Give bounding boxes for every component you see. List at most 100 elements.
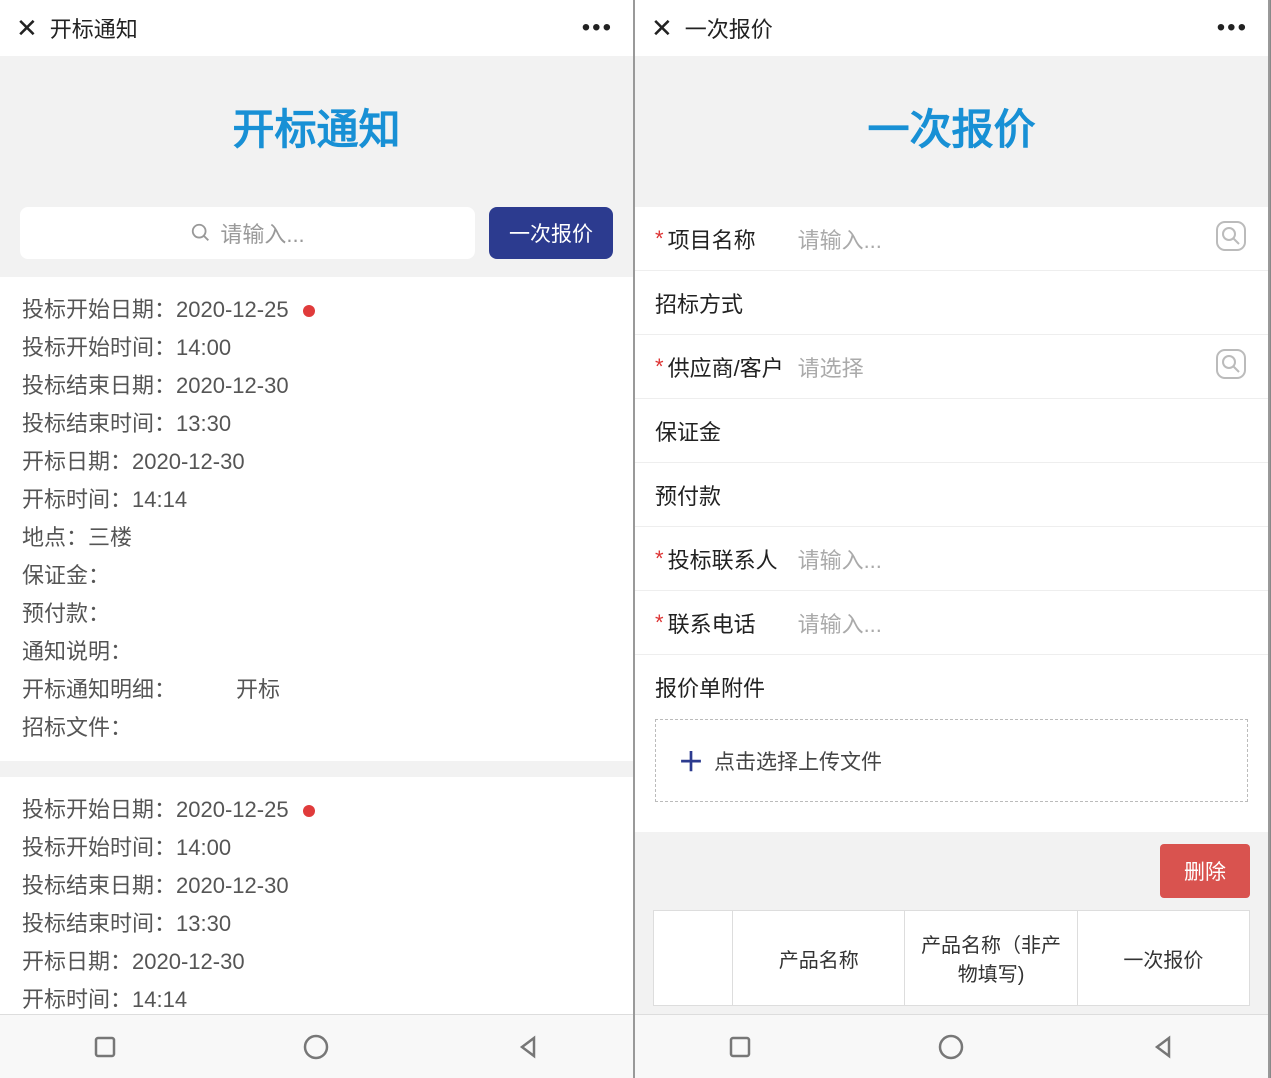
form-field[interactable]: *联系电话请输入...: [635, 591, 1268, 655]
row-label: 投标结束时间：: [22, 911, 176, 936]
row-label: 投标开始时间：: [22, 835, 176, 860]
field-label: 招标方式: [655, 287, 785, 319]
row-label: 开标时间：: [22, 987, 132, 1012]
form-field[interactable]: *投标联系人请输入...: [635, 527, 1268, 591]
row-value: 13:30: [176, 911, 231, 936]
row-label: 地点：: [22, 525, 88, 550]
row-value: 2020-12-25: [176, 797, 289, 822]
row-value: 2020-12-30: [132, 449, 245, 474]
more-icon[interactable]: •••: [582, 14, 613, 42]
upload-text: 点击选择上传文件: [714, 746, 882, 776]
unread-dot-icon: [303, 805, 315, 817]
row-label: 投标开始日期：: [22, 297, 176, 322]
row-label: 投标开始日期：: [22, 797, 176, 822]
required-icon: *: [655, 610, 664, 636]
search-row: 请输入... 一次报价: [0, 207, 633, 277]
row-label: 开标时间：: [22, 487, 132, 512]
row-value: 2020-12-30: [176, 373, 289, 398]
delete-button[interactable]: 删除: [1160, 844, 1250, 898]
field-placeholder: 请输入...: [798, 543, 882, 575]
notice-row: 地点：三楼: [22, 519, 611, 557]
notice-row: 投标结束日期：2020-12-30: [22, 867, 611, 905]
field-placeholder: 请输入...: [798, 607, 882, 639]
notice-list[interactable]: 投标开始日期：2020-12-25投标开始时间：14:00投标结束日期：2020…: [0, 277, 633, 1014]
left-screen: ✕ 开标通知 ••• 开标通知 请输入... 一次报价 投标开始日期：2020-…: [0, 0, 635, 1078]
unread-dot-icon: [303, 305, 315, 317]
navbar-right: ✕ 一次报价 •••: [635, 0, 1268, 56]
lookup-icon[interactable]: [1214, 347, 1248, 387]
notice-row: 预付款：: [22, 595, 611, 633]
row-label: 招标文件：: [22, 715, 132, 740]
row-label: 开标日期：: [22, 949, 132, 974]
page-title-right: 一次报价: [635, 56, 1268, 207]
search-icon: [190, 222, 212, 244]
row-value: 14:14: [132, 487, 187, 512]
nav-title: 开标通知: [50, 12, 138, 44]
table-header-cell: 产品名称: [733, 911, 905, 1005]
row-value: 2020-12-30: [176, 873, 289, 898]
notice-row: 投标结束时间：13:30: [22, 405, 611, 443]
notice-row: 保证金：: [22, 557, 611, 595]
delete-row: 删除: [635, 832, 1268, 910]
notice-row: 开标日期：2020-12-30: [22, 443, 611, 481]
field-label: 投标联系人: [668, 543, 798, 575]
attachment-section: 报价单附件 ＋ 点击选择上传文件: [635, 655, 1268, 832]
form-field[interactable]: *供应商/客户请选择: [635, 335, 1268, 399]
recent-apps-icon[interactable]: [727, 1034, 753, 1060]
row-value: 2020-12-30: [132, 949, 245, 974]
row-label: 投标结束时间：: [22, 411, 176, 436]
notice-row: 开标时间：14:14: [22, 481, 611, 519]
lookup-icon[interactable]: [1214, 219, 1248, 259]
row-value: 三楼: [88, 525, 132, 550]
table-header-cell: [654, 911, 733, 1005]
field-label: 联系电话: [668, 607, 798, 639]
home-icon[interactable]: [302, 1033, 330, 1061]
page-title-left: 开标通知: [0, 56, 633, 207]
notice-row: 投标结束日期：2020-12-30: [22, 367, 611, 405]
row-label: 投标结束日期：: [22, 373, 176, 398]
row-label: 通知说明：: [22, 639, 132, 664]
row-value: 14:00: [176, 335, 231, 360]
back-icon[interactable]: [515, 1034, 541, 1060]
product-table-header: 产品名称产品名称（非产物填写)一次报价: [653, 910, 1250, 1006]
recent-apps-icon[interactable]: [92, 1034, 118, 1060]
row-label: 投标开始时间：: [22, 335, 176, 360]
field-label: 保证金: [655, 415, 785, 447]
close-icon[interactable]: ✕: [16, 13, 38, 44]
notice-row: 开标日期：2020-12-30: [22, 943, 611, 981]
navbar-left: ✕ 开标通知 •••: [0, 0, 633, 56]
row-value: 13:30: [176, 411, 231, 436]
row-label: 开标日期：: [22, 449, 132, 474]
field-label: 预付款: [655, 479, 785, 511]
notice-row: 投标开始时间：14:00: [22, 829, 611, 867]
row-label: 投标结束日期：: [22, 873, 176, 898]
table-header-cell: 产品名称（非产物填写): [905, 911, 1077, 1005]
right-screen: ✕ 一次报价 ••• 一次报价 *项目名称请输入... 招标方式 *供应商/客户请选…: [635, 0, 1270, 1078]
row-label: 保证金：: [22, 563, 110, 588]
attachment-title: 报价单附件: [655, 671, 1248, 703]
home-icon[interactable]: [937, 1033, 965, 1061]
form-field[interactable]: *项目名称请输入...: [635, 207, 1268, 271]
form-field[interactable]: 预付款: [635, 463, 1268, 527]
row-value: 14:14: [132, 987, 187, 1012]
field-placeholder: 请选择: [798, 351, 864, 383]
form-field[interactable]: 招标方式: [635, 271, 1268, 335]
back-icon[interactable]: [1150, 1034, 1176, 1060]
notice-card[interactable]: 投标开始日期：2020-12-25投标开始时间：14:00投标结束日期：2020…: [0, 277, 633, 761]
close-icon[interactable]: ✕: [651, 13, 673, 44]
notice-row: 投标开始日期：2020-12-25: [22, 791, 611, 829]
form-field[interactable]: 保证金: [635, 399, 1268, 463]
notice-card[interactable]: 投标开始日期：2020-12-25投标开始时间：14:00投标结束日期：2020…: [0, 777, 633, 1014]
row-value: 开标: [236, 677, 280, 702]
more-icon[interactable]: •••: [1217, 14, 1248, 42]
table-header-cell: 一次报价: [1078, 911, 1249, 1005]
field-placeholder: 请输入...: [798, 223, 882, 255]
quote-button[interactable]: 一次报价: [489, 207, 613, 259]
notice-row: 开标通知明细：开标: [22, 671, 611, 709]
search-placeholder: 请输入...: [220, 217, 304, 249]
upload-box[interactable]: ＋ 点击选择上传文件: [655, 719, 1248, 802]
notice-row: 投标开始日期：2020-12-25: [22, 291, 611, 329]
nav-title: 一次报价: [685, 12, 773, 44]
android-nav-left: [0, 1014, 633, 1078]
search-input[interactable]: 请输入...: [20, 207, 475, 259]
